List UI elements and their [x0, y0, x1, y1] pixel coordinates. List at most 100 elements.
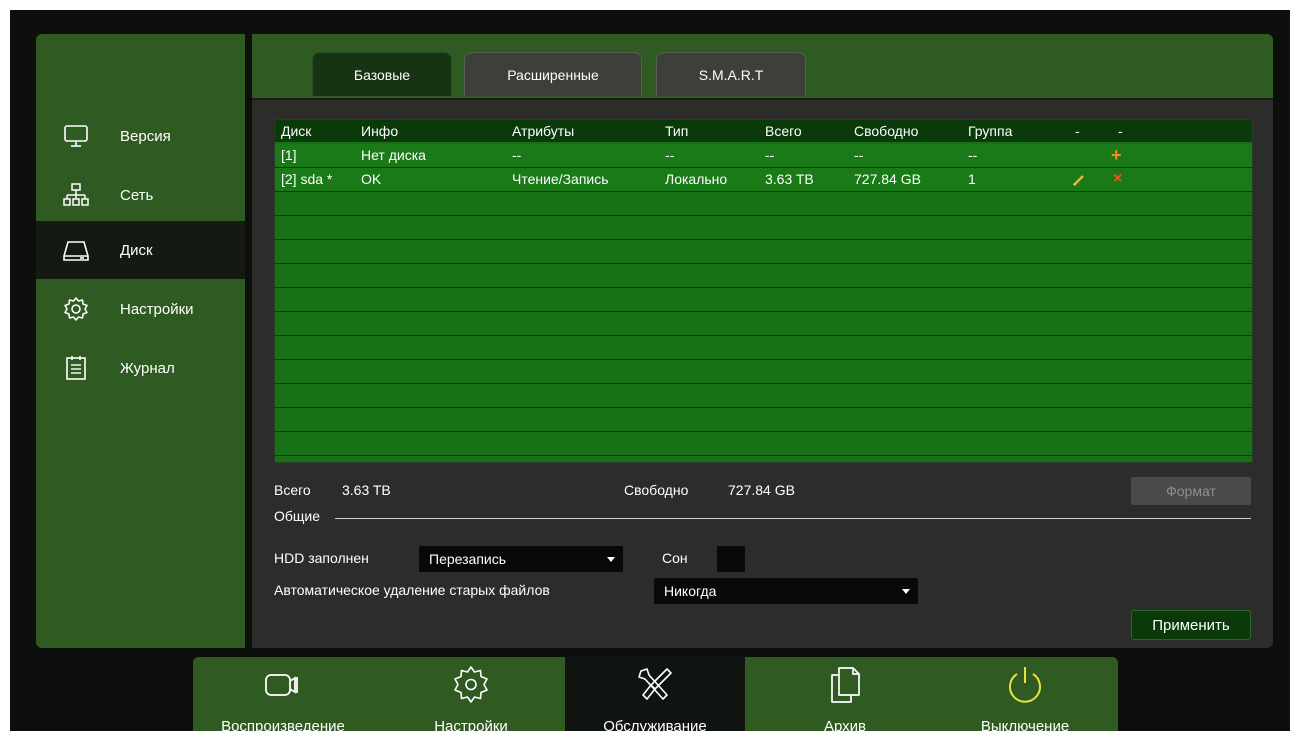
cell-total: 3.63 TB: [765, 171, 814, 187]
col-attributes: Атрибуты: [512, 123, 575, 139]
cell-info: Нет диска: [361, 147, 426, 163]
chevron-down-icon: [607, 557, 615, 562]
tab-advanced[interactable]: Расширенные: [464, 52, 642, 96]
table-row: [275, 288, 1252, 312]
tools-icon: [638, 668, 672, 700]
col-group: Группа: [968, 123, 1013, 139]
sidebar-item-label: Журнал: [120, 359, 175, 377]
power-icon: [1009, 667, 1041, 703]
table-row: [275, 216, 1252, 240]
cell-group: 1: [968, 171, 976, 187]
dock-item-label: Обслуживание: [603, 718, 707, 731]
col-info: Инфо: [361, 123, 399, 139]
dock-item-maintenance[interactable]: Обслуживание: [565, 657, 745, 731]
dvr-screen: Версия Сеть Диск Настройки Журнал Базовы…: [10, 10, 1290, 731]
tab-label: Расширенные: [507, 66, 599, 83]
table-row: [275, 312, 1252, 336]
cell-disk: [2] sda *: [281, 171, 333, 187]
col-total: Всего: [765, 123, 802, 139]
col-action: -: [1118, 123, 1123, 139]
add-disk-icon[interactable]: +: [1111, 144, 1122, 166]
dock-item-archive[interactable]: Архив: [755, 657, 935, 731]
cell-attributes: --: [512, 147, 522, 163]
cell-disk: [1]: [281, 147, 297, 163]
pencil-icon[interactable]: [1072, 173, 1086, 187]
col-disk: Диск: [281, 123, 312, 139]
bottom-dock: Воспроизведение Настройки Обслуживание А…: [193, 657, 1118, 731]
table-row[interactable]: [1] Нет диска -- -- -- -- -- +: [275, 144, 1252, 168]
total-label: Всего: [274, 482, 311, 498]
tab-strip: Базовые Расширенные S.M.A.R.T: [252, 34, 1273, 100]
dock-item-playback[interactable]: Воспроизведение: [193, 657, 373, 731]
dock-item-label: Настройки: [434, 718, 508, 731]
hdd-full-select[interactable]: Перезапись: [419, 546, 623, 572]
cell-type: Локально: [665, 171, 728, 187]
table-row: [275, 408, 1252, 432]
archive-icon: [831, 667, 860, 703]
gear-icon: [454, 666, 488, 703]
format-button[interactable]: Формат: [1131, 477, 1251, 505]
tab-label: S.M.A.R.T: [698, 66, 764, 83]
hdd-full-value: Перезапись: [429, 551, 507, 567]
log-icon: [66, 356, 86, 380]
network-icon: [63, 183, 89, 206]
sidebar-item-version[interactable]: Версия: [36, 107, 245, 165]
sidebar-item-label: Версия: [120, 127, 171, 145]
cell-type: --: [665, 147, 675, 163]
cell-group: --: [968, 147, 978, 163]
table-row: [275, 264, 1252, 288]
col-type: Тип: [665, 123, 689, 139]
cell-info: OK: [361, 171, 382, 187]
col-free: Свободно: [854, 123, 919, 139]
table-row[interactable]: [2] sda * OK Чтение/Запись Локально 3.63…: [275, 168, 1252, 192]
gear-icon: [64, 297, 88, 321]
table-row: [275, 360, 1252, 384]
total-value: 3.63 TB: [342, 482, 391, 498]
sidebar-item-label: Диск: [120, 241, 153, 259]
table-row: [275, 240, 1252, 264]
autodelete-value: Никогда: [664, 583, 717, 599]
dock-item-settings[interactable]: Настройки: [381, 657, 561, 731]
sidebar-item-network[interactable]: Сеть: [36, 166, 245, 224]
sidebar-item-settings[interactable]: Настройки: [36, 280, 245, 338]
section-general-label: Общие: [274, 508, 321, 524]
cell-attributes: Чтение/Запись: [512, 171, 609, 187]
sidebar-item-disk[interactable]: Диск: [36, 221, 245, 279]
table-row: [275, 336, 1252, 360]
tab-smart[interactable]: S.M.A.R.T: [656, 52, 806, 96]
tab-label: Базовые: [353, 66, 411, 83]
apply-button[interactable]: Применить: [1131, 610, 1251, 640]
sidebar-item-log[interactable]: Журнал: [36, 339, 245, 397]
camera-icon: [265, 674, 298, 696]
sleep-label: Сон: [662, 550, 688, 566]
dock-item-label: Выключение: [980, 718, 1070, 731]
autodelete-label: Автоматическое удаление старых файлов: [274, 582, 550, 598]
sidebar-item-label: Сеть: [120, 186, 154, 204]
cell-free: --: [854, 147, 864, 163]
col-edit: -: [1075, 123, 1080, 139]
hdd-icon: [63, 241, 89, 261]
hdd-full-label: HDD заполнен: [274, 550, 369, 566]
autodelete-select[interactable]: Никогда: [654, 578, 918, 604]
sidebar: Версия Сеть Диск Настройки Журнал: [36, 34, 245, 648]
chevron-down-icon: [902, 589, 910, 594]
free-value: 727.84 GB: [728, 482, 795, 498]
cell-total: --: [765, 147, 775, 163]
sleep-checkbox[interactable]: [717, 546, 745, 572]
main-panel: Базовые Расширенные S.M.A.R.T Диск Инфо …: [252, 34, 1273, 648]
free-label: Свободно: [624, 482, 689, 498]
tab-basic[interactable]: Базовые: [312, 52, 452, 96]
table-row: [275, 384, 1252, 408]
dock-item-shutdown[interactable]: Выключение: [935, 657, 1115, 731]
monitor-icon: [64, 125, 88, 147]
cell-free: 727.84 GB: [854, 171, 921, 187]
table-header: Диск Инфо Атрибуты Тип Всего Свободно Гр…: [275, 120, 1252, 142]
table-row: [275, 192, 1252, 216]
section-divider: [335, 518, 1251, 519]
dock-item-label: Архив: [823, 718, 867, 731]
disk-table: Диск Инфо Атрибуты Тип Всего Свободно Гр…: [274, 119, 1253, 463]
delete-disk-icon[interactable]: ×: [1113, 168, 1122, 190]
dock-item-label: Воспроизведение: [221, 718, 345, 731]
table-row: [275, 432, 1252, 456]
sidebar-item-label: Настройки: [120, 300, 194, 318]
